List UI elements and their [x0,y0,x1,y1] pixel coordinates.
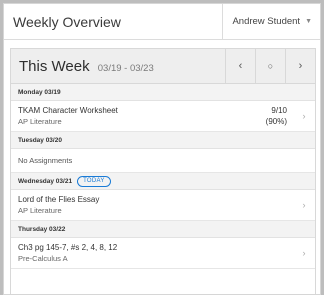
assignment-course: AP Literature [18,117,62,126]
assignment-row[interactable]: TKAM Character Worksheet AP Literature 9… [11,101,315,132]
student-name: Andrew Student [232,16,301,27]
caret-down-icon: ▼ [305,18,312,25]
weekly-overview-panel: Weekly Overview Andrew Student ▼ This We… [3,3,321,295]
chevron-right-icon: › [302,111,306,121]
assignment-text: Lord of the Flies Essay AP Literature [18,194,297,216]
student-selector[interactable]: Andrew Student ▼ [222,4,320,40]
circle-icon: ○ [267,61,274,71]
day-label: Monday 03/19 [18,88,61,96]
no-assignments-message: No Assignments [11,149,315,173]
chevron-right-icon: › [302,248,306,258]
week-date-range: 03/19 - 03/23 [97,62,154,74]
day-header-thursday: Thursday 03/22 [11,221,315,238]
panel-title: Weekly Overview [13,13,121,30]
day-header-wednesday: Wednesday 03/21 TODAY [11,173,315,190]
assignment-name: Ch3 pg 145-7, #s 2, 4, 8, 12 [18,243,118,252]
next-week-button[interactable]: › [285,48,315,84]
today-badge: TODAY [77,175,111,187]
day-header-tuesday: Tuesday 03/20 [11,132,315,149]
chevron-left-icon: ‹ [238,60,243,72]
day-header-monday: Monday 03/19 [11,84,315,101]
previous-week-button[interactable]: ‹ [225,48,255,84]
week-card: This Week 03/19 - 03/23 ‹ ○ › Monday 03/… [10,48,316,294]
day-label: Thursday 03/22 [18,225,66,233]
assignment-score: 9/10 (90%) [266,105,287,127]
score-percent: (90%) [265,117,287,126]
assignment-name: TKAM Character Worksheet [18,106,118,115]
week-title: This Week 03/19 - 03/23 [11,58,225,75]
chevron-right-icon: › [302,200,306,210]
assignment-text: Ch3 pg 145-7, #s 2, 4, 8, 12 Pre-Calculu… [18,242,297,264]
week-header: This Week 03/19 - 03/23 ‹ ○ › [11,48,315,84]
assignment-row[interactable]: Lord of the Flies Essay AP Literature › [11,190,315,221]
week-title-label: This Week [19,57,90,75]
panel-header: Weekly Overview Andrew Student ▼ [4,4,320,40]
day-label: Tuesday 03/20 [18,136,62,144]
assignment-name: Lord of the Flies Essay [18,195,100,204]
assignment-course: AP Literature [18,206,62,215]
assignment-text: TKAM Character Worksheet AP Literature [18,105,266,127]
assignment-row[interactable]: Ch3 pg 145-7, #s 2, 4, 8, 12 Pre-Calculu… [11,238,315,269]
assignment-course: Pre-Calculus A [18,254,68,263]
current-week-button[interactable]: ○ [255,48,285,84]
chevron-right-icon: › [298,60,303,72]
score-fraction: 9/10 [271,106,287,115]
day-label: Wednesday 03/21 [18,177,73,185]
